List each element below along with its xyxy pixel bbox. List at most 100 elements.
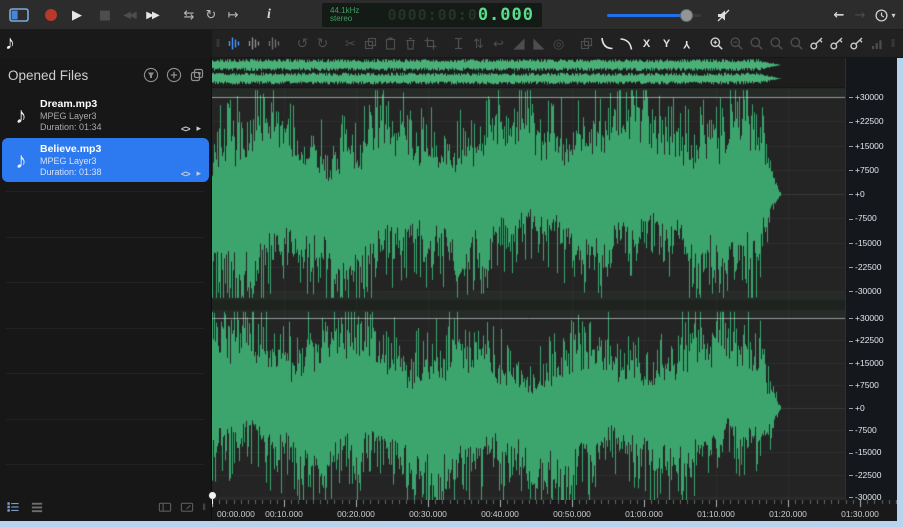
info-icon: i <box>267 7 271 23</box>
detail-view-icon[interactable] <box>6 500 20 514</box>
undo-button[interactable]: ↺ <box>295 30 310 58</box>
fade-out-button[interactable] <box>531 30 546 58</box>
ruler-time-label: 01:00.000 <box>625 509 663 519</box>
history-menu-button[interactable]: ▾ <box>872 0 898 30</box>
zoom-out-button[interactable] <box>729 30 744 58</box>
paste-button[interactable] <box>383 30 398 58</box>
show-meter-icon[interactable] <box>180 500 194 514</box>
channel-right-wave[interactable] <box>212 310 845 500</box>
panel-header-icons <box>143 67 205 83</box>
music-note-icon: ♪ <box>2 102 40 129</box>
list-row-separator <box>6 282 204 283</box>
curve-fade-out-button[interactable] <box>619 30 634 58</box>
redo-button[interactable]: ↻ <box>315 30 330 58</box>
info-button[interactable]: i <box>262 0 276 30</box>
reverse-button[interactable]: ↩ <box>491 30 506 58</box>
zoom-in-button[interactable] <box>709 30 724 58</box>
normalize-button[interactable] <box>451 30 466 58</box>
zoom-fit-button[interactable] <box>789 30 804 58</box>
file-play-icon[interactable]: ▸ <box>196 123 201 134</box>
jump-to-end-button[interactable]: ↦ <box>224 0 242 30</box>
zoom-normal-button[interactable] <box>769 30 784 58</box>
file-play-icon[interactable]: ▸ <box>196 168 201 179</box>
ruler-time-label: 00:50.000 <box>553 509 591 519</box>
merge-channels-button[interactable]: Y <box>679 30 694 58</box>
scale-label: +0 <box>849 189 865 199</box>
playhead-marker[interactable] <box>208 491 217 504</box>
levels-meter-button[interactable] <box>869 30 884 58</box>
ruler-time-label: 00:20.000 <box>337 509 375 519</box>
nav-back-button[interactable]: ← <box>831 0 847 30</box>
time-leading-zeros: 0000:00:0 <box>388 6 478 24</box>
sidebar-toggle-icon[interactable] <box>6 0 32 30</box>
time-ruler[interactable]: 00:00.00000:10.00000:20.00000:30.00000:4… <box>212 500 897 521</box>
waveform-view-button[interactable] <box>227 30 242 58</box>
opened-files-panel: Opened Files ♪ Dream.mp3 MPEG Layer3 Dur… <box>0 58 212 521</box>
loop-icon: ⇆ <box>184 8 195 23</box>
loop-button[interactable]: ⇆ <box>180 0 198 30</box>
overview-strip[interactable] <box>212 58 845 88</box>
nav-forward-button[interactable]: → <box>852 0 868 30</box>
key-tool-button-3[interactable] <box>849 30 864 58</box>
file-item-dream[interactable]: ♪ Dream.mp3 MPEG Layer3 Duration: 01:34 … <box>2 93 209 137</box>
save-all-icon[interactable] <box>189 67 205 83</box>
scale-label: -7500 <box>849 425 877 435</box>
samplerate-readout: 44.1kHz stereo <box>330 7 359 23</box>
zoom-selection-button[interactable] <box>749 30 764 58</box>
key-tool-button-2[interactable] <box>829 30 844 58</box>
trim-button[interactable] <box>423 30 438 58</box>
fast-forward-button[interactable]: ▶▶ <box>142 0 162 30</box>
loop-region-icon[interactable]: <> <box>181 124 190 134</box>
compact-view-icon[interactable] <box>30 500 44 514</box>
list-row-separator <box>6 464 204 465</box>
rewind-button[interactable]: ◀◀ <box>119 0 139 30</box>
curve-fade-in-button[interactable] <box>599 30 614 58</box>
ruler-time-label: 01:20.000 <box>769 509 807 519</box>
list-row-separator <box>6 328 204 329</box>
copy-button[interactable] <box>363 30 378 58</box>
crossfade-button[interactable]: X <box>639 30 654 58</box>
panel-title: Opened Files <box>8 68 88 83</box>
ruler-time-label: 01:30.000 <box>841 509 879 519</box>
app-logo-area: ♪ <box>0 30 212 58</box>
amplitude-scale[interactable]: +30000+22500+15000+7500+0-7500-15000-225… <box>845 58 897 500</box>
key-tool-button-1[interactable] <box>809 30 824 58</box>
channel-left-wave[interactable] <box>212 88 845 300</box>
list-row-separator <box>6 373 204 374</box>
loop-selection-button[interactable]: ↻ <box>202 0 220 30</box>
cut-button[interactable]: ✂ <box>343 30 358 58</box>
show-panel-icon[interactable] <box>158 500 172 514</box>
pause-small-icon[interactable]: ‖ <box>202 502 206 512</box>
mute-button[interactable] <box>714 0 732 30</box>
lcd-time-display[interactable]: 44.1kHz stereo 0000:00:00.000 <box>322 3 542 27</box>
split-button[interactable]: ⇅ <box>471 30 486 58</box>
loop-region-icon[interactable]: <> <box>181 169 190 179</box>
scale-label: +7500 <box>849 380 879 390</box>
filter-files-icon[interactable] <box>143 67 159 83</box>
amplify-button[interactable]: ◎ <box>551 30 566 58</box>
file-list: ♪ Dream.mp3 MPEG Layer3 Duration: 01:34 … <box>0 93 211 505</box>
stop-button[interactable]: ■ <box>97 0 113 30</box>
volume-slider[interactable] <box>607 8 701 22</box>
scale-label: +15000 <box>849 141 884 151</box>
split-channels-button[interactable]: Y <box>659 30 674 58</box>
record-button[interactable] <box>43 0 59 30</box>
spectrogram-view-button[interactable] <box>247 30 262 58</box>
window-frame-right <box>897 58 903 527</box>
file-item-believe[interactable]: ♪ Believe.mp3 MPEG Layer3 Duration: 01:3… <box>2 138 209 182</box>
volume-knob[interactable] <box>680 9 693 22</box>
duplicate-button[interactable] <box>579 30 594 58</box>
opened-files-header: Opened Files <box>0 58 211 92</box>
jump-to-end-icon: ↦ <box>228 8 239 23</box>
play-button[interactable]: ▶ <box>69 0 85 30</box>
fade-in-button[interactable] <box>511 30 526 58</box>
list-row-separator <box>6 419 204 420</box>
spectrum-view-button[interactable] <box>267 30 282 58</box>
volume-fill <box>607 14 686 17</box>
delete-button[interactable] <box>403 30 418 58</box>
scale-label: +30000 <box>849 92 884 102</box>
window-frame-bottom <box>0 521 903 527</box>
add-file-icon[interactable] <box>166 67 182 83</box>
file-name: Believe.mp3 <box>40 143 102 155</box>
scale-label: +15000 <box>849 358 884 368</box>
